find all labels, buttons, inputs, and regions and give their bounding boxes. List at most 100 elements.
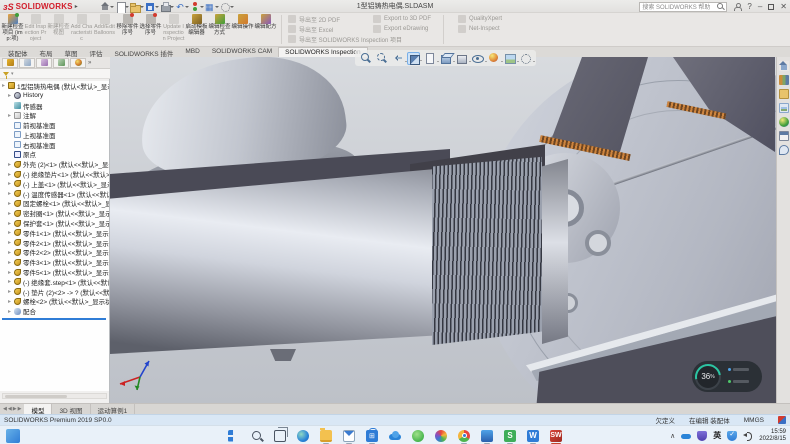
- view-tool-icon[interactable]: [375, 52, 388, 65]
- view-tool-icon[interactable]: [503, 52, 516, 65]
- filter-caret-icon[interactable]: ▾: [11, 71, 14, 77]
- status-item[interactable]: 欠定义: [655, 415, 675, 425]
- tree-horizontal-scrollbar[interactable]: [2, 393, 107, 399]
- tree-item[interactable]: ▸ (-) 上盖<1> (默认<<默认>_显示状: [0, 179, 109, 189]
- taskbar-app-icon[interactable]: [318, 428, 334, 444]
- tree-item[interactable]: ▸ 密封圈<1> (默认<<默认>_显示状: [0, 208, 109, 218]
- view-tool-icon[interactable]: [359, 52, 372, 65]
- ribbon-button[interactable]: 启动模板编辑器: [185, 13, 208, 46]
- taskbar-app-icon[interactable]: SW: [548, 428, 564, 444]
- task-pane-icon[interactable]: [779, 103, 789, 113]
- taskbar-app-icon[interactable]: [433, 428, 449, 444]
- ribbon-tab[interactable]: 装配体: [2, 47, 34, 57]
- view-tool-icon[interactable]: [439, 52, 452, 65]
- taskbar-app-icon[interactable]: [479, 428, 495, 444]
- status-tag-icon[interactable]: [778, 416, 786, 424]
- taskbar-app-icon[interactable]: [410, 428, 426, 444]
- taskbar-app-icon[interactable]: W: [525, 428, 541, 444]
- rollback-bar[interactable]: [2, 318, 106, 320]
- tab-display-manager[interactable]: [70, 58, 86, 68]
- widgets-icon[interactable]: [6, 429, 20, 443]
- export-button[interactable]: 导出至 SOLIDWORKS Inspection 项目: [288, 35, 402, 43]
- view-tool-icon[interactable]: [519, 52, 532, 65]
- volume-icon[interactable]: [743, 431, 753, 441]
- ribbon-button[interactable]: Update Inspection Project: [162, 13, 185, 46]
- view-tool-icon[interactable]: [455, 52, 468, 65]
- tab-featuremanager-tree[interactable]: [2, 58, 18, 68]
- tree-item[interactable]: ▸ 零件5<1> (默认<<默认>_显示状: [0, 267, 109, 277]
- tree-item[interactable]: ▸ 右视基准面: [0, 140, 109, 150]
- tree-item[interactable]: ▸ 前视基准面: [0, 120, 109, 130]
- dropdown-caret[interactable]: [420, 60, 422, 62]
- export-button[interactable]: Export eDrawing: [373, 25, 431, 33]
- tree-item[interactable]: ▸ 固定螺栓<1> (默认<<默认>_显示: [0, 199, 109, 209]
- taskbar-app-icon[interactable]: [387, 428, 403, 444]
- task-pane-icon[interactable]: [779, 75, 789, 85]
- export-button[interactable]: Net-Inspect: [458, 25, 502, 33]
- taskbar-app-icon[interactable]: S: [502, 428, 518, 444]
- tree-item[interactable]: ▸ (-) 绝缘垫片<1> (默认<<默认>_显: [0, 169, 109, 179]
- tree-root-item[interactable]: ▸ 1型铝铸热电偶 (默认<默认>_显示状态-1>: [0, 81, 109, 91]
- document-tab[interactable]: 3D 视图: [52, 404, 90, 414]
- view-tool-icon[interactable]: [487, 52, 500, 65]
- taskbar-app-icon[interactable]: [295, 428, 311, 444]
- tree-item[interactable]: ▸ 注解: [0, 110, 109, 120]
- zoom-hud[interactable]: 36%: [692, 361, 762, 392]
- view-tool-icon[interactable]: [391, 52, 404, 65]
- hud-row[interactable]: [728, 380, 749, 383]
- ribbon-tab[interactable]: 草图: [59, 47, 84, 57]
- tray-overflow-chevron[interactable]: ∧: [670, 432, 675, 440]
- tree-item[interactable]: ▸ 外壳 (2)<1> (默认<<默认>_显示状: [0, 159, 109, 169]
- tree-item[interactable]: ▸ (-) 垫片 (2)<2> -> ? (默认<<默认>: [0, 287, 109, 297]
- help-button[interactable]: ?: [747, 2, 751, 12]
- tree-item[interactable]: ▸ 零件2<2> (默认<<默认>_显示状: [0, 248, 109, 258]
- ribbon-button[interactable]: Edit Inspection Project: [24, 13, 47, 46]
- document-tab[interactable]: 模型: [24, 404, 52, 414]
- ribbon-tab[interactable]: 布局: [34, 47, 59, 57]
- export-button[interactable]: QualityXpert: [458, 15, 502, 23]
- document-tab[interactable]: 运动算例1: [91, 404, 136, 414]
- taskbar-app-icon[interactable]: [272, 428, 288, 444]
- tree-item[interactable]: ▸ 上视基准面: [0, 130, 109, 140]
- tree-item[interactable]: ▸ 保护套<1> (默认<<默认>_显示状: [0, 218, 109, 228]
- task-pane-icon[interactable]: [779, 117, 789, 127]
- tab-dimxpert-manager[interactable]: [53, 58, 69, 68]
- taskbar-clock[interactable]: 15:59 2022/8/15: [759, 429, 786, 443]
- ime-indicator[interactable]: 英: [713, 430, 721, 441]
- tree-item[interactable]: ▸ 零件3<1> (默认<<默认>_显示状: [0, 257, 109, 267]
- onedrive-icon[interactable]: [681, 431, 691, 441]
- scrollbar-thumb[interactable]: [5, 395, 67, 399]
- tree-item[interactable]: ▸ History: [0, 91, 109, 101]
- panel-tabs-overflow[interactable]: »: [87, 60, 91, 66]
- ribbon-button[interactable]: Add Characteristic: [70, 13, 93, 46]
- ribbon-tab[interactable]: SOLIDWORKS 插件: [109, 47, 180, 57]
- task-pane-icon[interactable]: [779, 145, 789, 155]
- minimize-button[interactable]: –: [758, 2, 762, 12]
- ribbon-tab[interactable]: MBD: [179, 47, 205, 57]
- export-button[interactable]: Export to 3D PDF: [373, 15, 431, 23]
- model-fin-section[interactable]: [432, 153, 542, 345]
- login-icon[interactable]: [733, 3, 741, 11]
- ribbon-button[interactable]: 选择零件序号: [139, 13, 162, 46]
- status-item[interactable]: MMGS: [744, 417, 764, 424]
- tree-item[interactable]: ▸ 零件1<1> (默认<<默认>_显示状: [0, 228, 109, 238]
- taskbar-app-icon[interactable]: [249, 428, 265, 444]
- ribbon-button[interactable]: Add/Edit Balloons: [93, 13, 116, 46]
- tree-item[interactable]: ▸ 配合: [0, 306, 109, 316]
- ribbon-button[interactable]: 编辑检查方式: [208, 13, 231, 46]
- tree-item[interactable]: ▸ 原点: [0, 150, 109, 160]
- task-pane-icon[interactable]: [779, 131, 789, 141]
- taskbar-app-icon[interactable]: [364, 428, 380, 444]
- taskbar-app-icon[interactable]: [226, 428, 242, 444]
- graphics-viewport[interactable]: 36%: [110, 57, 776, 403]
- ribbon-button[interactable]: 新建检查项目 (imp:项): [1, 13, 24, 46]
- task-pane-icon[interactable]: [779, 89, 789, 99]
- task-pane-icon[interactable]: [779, 61, 789, 71]
- tree-item[interactable]: ▸ 零件2<1> (默认<<默认>_显示状: [0, 238, 109, 248]
- security-shield-icon[interactable]: [697, 431, 707, 441]
- view-tool-icon[interactable]: [471, 52, 484, 65]
- tab-nav-arrows[interactable]: ◀◀▶▶: [0, 406, 24, 412]
- search-input[interactable]: 搜索 SOLIDWORKS 帮助: [639, 2, 727, 12]
- taskbar-app-icon[interactable]: [456, 428, 472, 444]
- tree-item[interactable]: ▸ 传感器: [0, 101, 109, 111]
